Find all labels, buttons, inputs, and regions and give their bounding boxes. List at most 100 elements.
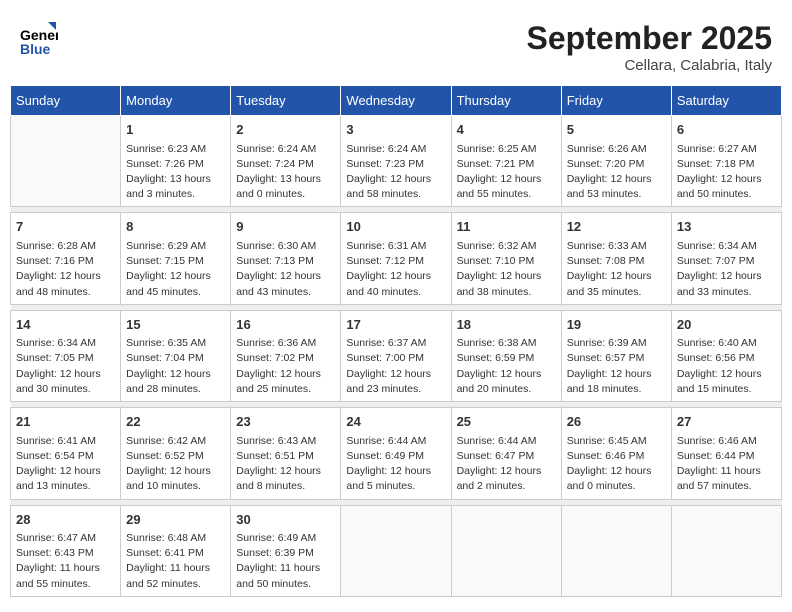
weekday-header-saturday: Saturday [671,86,781,116]
calendar-cell: 13Sunrise: 6:34 AM Sunset: 7:07 PM Dayli… [671,213,781,304]
day-number: 28 [16,510,115,530]
calendar-cell: 19Sunrise: 6:39 AM Sunset: 6:57 PM Dayli… [561,310,671,401]
calendar-cell: 25Sunrise: 6:44 AM Sunset: 6:47 PM Dayli… [451,408,561,499]
day-number: 12 [567,217,666,237]
calendar-cell: 21Sunrise: 6:41 AM Sunset: 6:54 PM Dayli… [11,408,121,499]
calendar-cell: 14Sunrise: 6:34 AM Sunset: 7:05 PM Dayli… [11,310,121,401]
day-info: Sunrise: 6:43 AM Sunset: 6:51 PM Dayligh… [236,434,335,495]
day-info: Sunrise: 6:38 AM Sunset: 6:59 PM Dayligh… [457,336,556,397]
calendar-cell: 18Sunrise: 6:38 AM Sunset: 6:59 PM Dayli… [451,310,561,401]
calendar-cell: 8Sunrise: 6:29 AM Sunset: 7:15 PM Daylig… [121,213,231,304]
day-number: 25 [457,412,556,432]
day-number: 10 [346,217,445,237]
week-row-1: 1Sunrise: 6:23 AM Sunset: 7:26 PM Daylig… [11,116,782,207]
day-info: Sunrise: 6:24 AM Sunset: 7:23 PM Dayligh… [346,142,445,203]
calendar-cell: 17Sunrise: 6:37 AM Sunset: 7:00 PM Dayli… [341,310,451,401]
day-info: Sunrise: 6:29 AM Sunset: 7:15 PM Dayligh… [126,239,225,300]
location: Cellara, Calabria, Italy [527,57,772,74]
calendar-cell: 29Sunrise: 6:48 AM Sunset: 6:41 PM Dayli… [121,505,231,596]
weekday-header-tuesday: Tuesday [231,86,341,116]
day-info: Sunrise: 6:49 AM Sunset: 6:39 PM Dayligh… [236,531,335,592]
day-info: Sunrise: 6:37 AM Sunset: 7:00 PM Dayligh… [346,336,445,397]
day-info: Sunrise: 6:39 AM Sunset: 6:57 PM Dayligh… [567,336,666,397]
week-row-2: 7Sunrise: 6:28 AM Sunset: 7:16 PM Daylig… [11,213,782,304]
calendar-cell: 9Sunrise: 6:30 AM Sunset: 7:13 PM Daylig… [231,213,341,304]
day-number: 13 [677,217,776,237]
day-number: 2 [236,120,335,140]
day-number: 4 [457,120,556,140]
week-row-4: 21Sunrise: 6:41 AM Sunset: 6:54 PM Dayli… [11,408,782,499]
title-area: September 2025 Cellara, Calabria, Italy [527,20,772,74]
day-info: Sunrise: 6:25 AM Sunset: 7:21 PM Dayligh… [457,142,556,203]
calendar-cell: 5Sunrise: 6:26 AM Sunset: 7:20 PM Daylig… [561,116,671,207]
day-info: Sunrise: 6:45 AM Sunset: 6:46 PM Dayligh… [567,434,666,495]
day-number: 6 [677,120,776,140]
weekday-header-monday: Monday [121,86,231,116]
calendar-cell: 23Sunrise: 6:43 AM Sunset: 6:51 PM Dayli… [231,408,341,499]
day-number: 3 [346,120,445,140]
day-number: 18 [457,315,556,335]
calendar-cell: 6Sunrise: 6:27 AM Sunset: 7:18 PM Daylig… [671,116,781,207]
month-title: September 2025 [527,20,772,57]
day-number: 29 [126,510,225,530]
calendar-cell [451,505,561,596]
calendar-cell [341,505,451,596]
day-info: Sunrise: 6:26 AM Sunset: 7:20 PM Dayligh… [567,142,666,203]
weekday-header-friday: Friday [561,86,671,116]
calendar-cell: 28Sunrise: 6:47 AM Sunset: 6:43 PM Dayli… [11,505,121,596]
day-number: 8 [126,217,225,237]
day-info: Sunrise: 6:24 AM Sunset: 7:24 PM Dayligh… [236,142,335,203]
calendar-cell: 12Sunrise: 6:33 AM Sunset: 7:08 PM Dayli… [561,213,671,304]
calendar-cell: 24Sunrise: 6:44 AM Sunset: 6:49 PM Dayli… [341,408,451,499]
day-info: Sunrise: 6:47 AM Sunset: 6:43 PM Dayligh… [16,531,115,592]
day-info: Sunrise: 6:46 AM Sunset: 6:44 PM Dayligh… [677,434,776,495]
day-info: Sunrise: 6:34 AM Sunset: 7:07 PM Dayligh… [677,239,776,300]
day-info: Sunrise: 6:32 AM Sunset: 7:10 PM Dayligh… [457,239,556,300]
calendar-cell: 26Sunrise: 6:45 AM Sunset: 6:46 PM Dayli… [561,408,671,499]
day-number: 5 [567,120,666,140]
calendar-cell: 7Sunrise: 6:28 AM Sunset: 7:16 PM Daylig… [11,213,121,304]
calendar-cell: 3Sunrise: 6:24 AM Sunset: 7:23 PM Daylig… [341,116,451,207]
day-number: 24 [346,412,445,432]
day-info: Sunrise: 6:36 AM Sunset: 7:02 PM Dayligh… [236,336,335,397]
day-info: Sunrise: 6:44 AM Sunset: 6:47 PM Dayligh… [457,434,556,495]
day-number: 27 [677,412,776,432]
day-number: 23 [236,412,335,432]
calendar-table: SundayMondayTuesdayWednesdayThursdayFrid… [10,85,782,597]
day-number: 21 [16,412,115,432]
day-info: Sunrise: 6:48 AM Sunset: 6:41 PM Dayligh… [126,531,225,592]
calendar-cell: 15Sunrise: 6:35 AM Sunset: 7:04 PM Dayli… [121,310,231,401]
logo: General Blue [20,20,58,58]
weekday-header-sunday: Sunday [11,86,121,116]
day-info: Sunrise: 6:33 AM Sunset: 7:08 PM Dayligh… [567,239,666,300]
day-info: Sunrise: 6:44 AM Sunset: 6:49 PM Dayligh… [346,434,445,495]
day-info: Sunrise: 6:41 AM Sunset: 6:54 PM Dayligh… [16,434,115,495]
day-info: Sunrise: 6:23 AM Sunset: 7:26 PM Dayligh… [126,142,225,203]
calendar-cell: 27Sunrise: 6:46 AM Sunset: 6:44 PM Dayli… [671,408,781,499]
day-number: 16 [236,315,335,335]
day-number: 22 [126,412,225,432]
calendar-cell [561,505,671,596]
day-number: 20 [677,315,776,335]
day-info: Sunrise: 6:27 AM Sunset: 7:18 PM Dayligh… [677,142,776,203]
day-number: 30 [236,510,335,530]
week-row-3: 14Sunrise: 6:34 AM Sunset: 7:05 PM Dayli… [11,310,782,401]
calendar-cell: 2Sunrise: 6:24 AM Sunset: 7:24 PM Daylig… [231,116,341,207]
day-info: Sunrise: 6:34 AM Sunset: 7:05 PM Dayligh… [16,336,115,397]
week-row-5: 28Sunrise: 6:47 AM Sunset: 6:43 PM Dayli… [11,505,782,596]
day-info: Sunrise: 6:35 AM Sunset: 7:04 PM Dayligh… [126,336,225,397]
calendar-cell: 1Sunrise: 6:23 AM Sunset: 7:26 PM Daylig… [121,116,231,207]
day-number: 7 [16,217,115,237]
day-info: Sunrise: 6:42 AM Sunset: 6:52 PM Dayligh… [126,434,225,495]
day-number: 15 [126,315,225,335]
day-number: 9 [236,217,335,237]
day-info: Sunrise: 6:30 AM Sunset: 7:13 PM Dayligh… [236,239,335,300]
calendar-cell: 30Sunrise: 6:49 AM Sunset: 6:39 PM Dayli… [231,505,341,596]
day-info: Sunrise: 6:28 AM Sunset: 7:16 PM Dayligh… [16,239,115,300]
day-number: 26 [567,412,666,432]
day-number: 17 [346,315,445,335]
calendar-cell: 4Sunrise: 6:25 AM Sunset: 7:21 PM Daylig… [451,116,561,207]
weekday-header-wednesday: Wednesday [341,86,451,116]
svg-text:Blue: Blue [20,41,51,57]
day-number: 11 [457,217,556,237]
